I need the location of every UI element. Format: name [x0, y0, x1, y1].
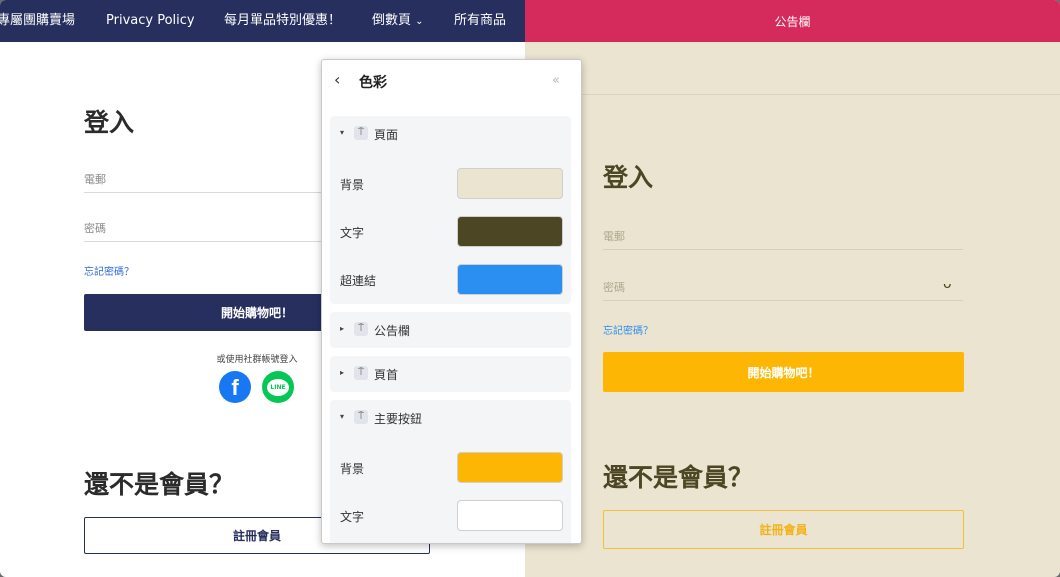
color-group-header-header[interactable]: ▸ ⍑ 頁首 [330, 356, 571, 392]
start-shopping-button[interactable]: 開始購物吧！ [603, 352, 964, 392]
caret-right-icon: ▸ [340, 324, 345, 333]
color-group-page: ▾ ⍑ 頁面 背景 文字 超連結 [330, 116, 571, 304]
facebook-icon[interactable]: f [219, 371, 251, 403]
color-row-text: 文字 [330, 208, 571, 256]
caret-down-icon: ▾ [340, 128, 345, 137]
nav-item-countdown-label: 倒數頁 [372, 13, 412, 28]
nav-item-monthly-deal[interactable]: 每月單品特別優惠！ [224, 0, 341, 42]
color-row-label: 文字 [340, 226, 365, 240]
not-member-title: 還不是會員？ [603, 463, 754, 492]
register-button[interactable]: 註冊會員 [603, 510, 964, 549]
color-group-label: 頁首 [374, 368, 399, 382]
email-field-underline [603, 249, 963, 250]
nav-item-privacy-policy[interactable]: Privacy Policy [106, 0, 195, 42]
login-title: 登入 [603, 163, 654, 192]
collapse-panel-icon[interactable]: « [552, 73, 560, 88]
paint-roller-icon: ⍑ [354, 410, 368, 424]
chevron-down-icon: ⌄ [415, 16, 424, 27]
color-group-label: 主要按鈕 [374, 412, 423, 426]
panel-title: 色彩 [359, 75, 387, 91]
color-group-header-page[interactable]: ▾ ⍑ 頁面 [330, 116, 571, 152]
caret-right-icon: ▸ [340, 368, 345, 377]
color-row-background: 背景 [330, 160, 571, 208]
color-swatch-page-hyperlink[interactable] [457, 264, 563, 295]
header-divider [525, 94, 1060, 95]
line-icon[interactable]: LINE [262, 371, 294, 403]
color-group-header-announcement[interactable]: ▸ ⍑ 公告欄 [330, 312, 571, 348]
top-navigation: 專屬團購賣場 Privacy Policy 每月單品特別優惠！ 倒數頁 ⌄ 所有… [0, 0, 525, 42]
login-title: 登入 [84, 108, 135, 137]
nav-item-countdown[interactable]: 倒數頁 ⌄ [372, 0, 424, 42]
color-row-text: 文字 [330, 492, 571, 540]
forgot-password-link[interactable]: 忘記密碼？ [84, 263, 134, 278]
color-group-announcement: ▸ ⍑ 公告欄 [330, 312, 571, 348]
color-row-label: 超連結 [340, 274, 377, 288]
password-field[interactable]: 密碼 [603, 279, 625, 295]
line-icon-bubble: LINE [267, 378, 289, 396]
color-row-hyperlink: 超連結 [330, 256, 571, 304]
password-field-underline [603, 300, 963, 301]
color-swatch-button-text[interactable] [457, 500, 563, 531]
color-row-label: 背景 [340, 178, 365, 192]
caret-down-icon: ▾ [340, 412, 345, 421]
back-chevron-icon[interactable]: ‹ [334, 70, 340, 89]
color-group-header: ▸ ⍑ 頁首 [330, 356, 571, 392]
color-swatch-page-text[interactable] [457, 216, 563, 247]
paint-roller-icon: ⍑ [354, 366, 368, 380]
email-field-underline [84, 192, 334, 193]
forgot-password-link[interactable]: 忘記密碼？ [603, 322, 653, 337]
password-field-underline [84, 241, 334, 242]
color-row-label: 背景 [340, 462, 365, 476]
email-field[interactable]: 電郵 [84, 171, 106, 187]
screenshot-frame: 專屬團購賣場 Privacy Policy 每月單品特別優惠！ 倒數頁 ⌄ 所有… [0, 0, 1060, 577]
not-member-title: 還不是會員？ [84, 470, 235, 499]
color-swatch-button-background[interactable] [457, 452, 563, 483]
nav-item-group-buy[interactable]: 專屬團購賣場 [0, 0, 75, 42]
color-row-background: 背景 [330, 444, 571, 492]
color-group-label: 公告欄 [374, 324, 411, 338]
right-page-preview: 公告欄 登入 電郵 密碼 ᴗ 忘記密碼？ 開始購物吧！ 還不是會員？ 註冊會員 [525, 0, 1060, 577]
announcement-bar: 公告欄 [525, 0, 1060, 42]
color-group-primary-button: ▾ ⍑ 主要按鈕 背景 文字 [330, 400, 571, 543]
color-swatch-page-background[interactable] [457, 168, 563, 199]
color-settings-panel: ‹ 色彩 « ▾ ⍑ 頁面 背景 文字 超連結 ▸ ⍑ 公告欄 ▸ ⍑ 頁首 ▾… [321, 59, 582, 544]
nav-item-all-products[interactable]: 所有商品 [454, 0, 506, 42]
paint-roller-icon: ⍑ [354, 126, 368, 140]
paint-roller-icon: ⍑ [354, 322, 368, 336]
eye-closed-icon[interactable]: ᴗ [943, 276, 952, 292]
color-group-header-primary-button[interactable]: ▾ ⍑ 主要按鈕 [330, 400, 571, 436]
email-field[interactable]: 電郵 [603, 228, 625, 244]
password-field[interactable]: 密碼 [84, 220, 106, 236]
color-group-label: 頁面 [374, 128, 399, 142]
color-row-label: 文字 [340, 510, 365, 524]
